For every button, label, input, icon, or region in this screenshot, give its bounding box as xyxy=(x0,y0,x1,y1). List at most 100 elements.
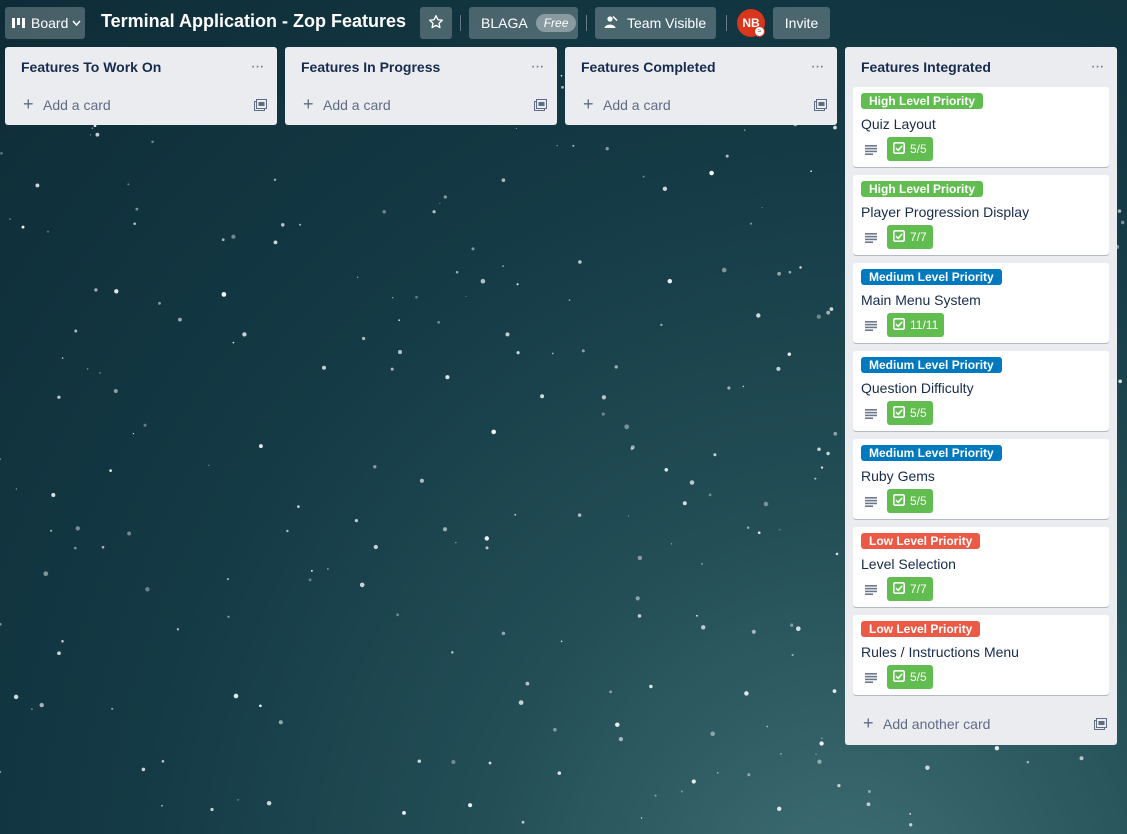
list-header: Features Completed ··· xyxy=(565,47,837,87)
checklist-count: 7/7 xyxy=(910,230,927,244)
star xyxy=(39,702,44,708)
star xyxy=(114,289,119,294)
card-player-progression-display[interactable]: High Level Priority Player Progression D… xyxy=(853,175,1109,255)
priority-label-medium[interactable]: Medium Level Priority xyxy=(861,445,1002,461)
star xyxy=(266,800,272,806)
checklist-badge: 5/5 xyxy=(887,137,933,161)
star xyxy=(556,144,558,147)
star xyxy=(226,578,229,581)
star xyxy=(278,720,283,725)
star xyxy=(581,349,585,353)
star xyxy=(178,317,182,322)
star xyxy=(664,467,669,472)
star xyxy=(161,805,163,807)
star xyxy=(354,518,359,523)
list-title[interactable]: Features Integrated xyxy=(861,59,991,75)
star xyxy=(501,631,506,636)
card-quiz-layout[interactable]: High Level Priority Quiz Layout 5/5 xyxy=(853,87,1109,167)
star xyxy=(820,466,824,469)
star xyxy=(560,74,563,77)
star xyxy=(618,736,624,742)
star xyxy=(101,545,105,549)
board-title[interactable]: Terminal Application - Zop Features xyxy=(101,11,406,32)
card-level-selection[interactable]: Low Level Priority Level Selection 7/7 xyxy=(853,527,1109,607)
list-title[interactable]: Features Completed xyxy=(581,59,716,75)
add-another-card-button[interactable]: + Add another card xyxy=(845,703,1117,745)
add-card-label: Add a card xyxy=(603,97,671,113)
star xyxy=(744,691,749,696)
star xyxy=(791,653,794,657)
card-rules-instructions-menu[interactable]: Low Level Priority Rules / Instructions … xyxy=(853,615,1109,695)
card-question-difficulty[interactable]: Medium Level Priority Question Difficult… xyxy=(853,351,1109,431)
priority-label-medium[interactable]: Medium Level Priority xyxy=(861,357,1002,373)
description-icon xyxy=(865,406,877,424)
plus-icon: + xyxy=(303,94,314,114)
star xyxy=(417,759,422,763)
star xyxy=(751,629,756,634)
star xyxy=(568,299,571,301)
star xyxy=(455,271,459,274)
more-options-icon[interactable]: ··· xyxy=(245,55,269,79)
star xyxy=(601,395,607,400)
more-options-icon[interactable]: ··· xyxy=(525,55,549,79)
star xyxy=(577,513,582,517)
star xyxy=(468,803,473,808)
star xyxy=(518,700,524,705)
star xyxy=(788,270,792,274)
more-options-icon[interactable]: ··· xyxy=(1085,55,1109,79)
card-template-icon[interactable] xyxy=(814,98,827,114)
description-icon xyxy=(865,494,877,512)
star xyxy=(445,375,450,380)
description-icon xyxy=(865,670,877,688)
star-board-button[interactable] xyxy=(420,7,452,39)
star xyxy=(761,206,763,209)
priority-label-medium[interactable]: Medium Level Priority xyxy=(861,269,1002,285)
add-card-button[interactable]: + Add a card xyxy=(5,87,277,125)
priority-label-high[interactable]: High Level Priority xyxy=(861,181,984,197)
visibility-button[interactable]: Team Visible xyxy=(595,7,716,39)
checklist-count: 7/7 xyxy=(910,582,927,596)
list-title[interactable]: Features In Progress xyxy=(301,59,440,75)
star xyxy=(86,368,89,370)
priority-label-high[interactable]: High Level Priority xyxy=(861,93,984,109)
star xyxy=(242,332,247,337)
star xyxy=(74,329,78,333)
star xyxy=(624,424,630,430)
star xyxy=(471,247,475,251)
list-title[interactable]: Features To Work On xyxy=(21,59,161,75)
card-template-icon[interactable] xyxy=(534,98,547,114)
star xyxy=(525,681,530,686)
card-main-menu-system[interactable]: Medium Level Priority Main Menu System 1… xyxy=(853,263,1109,343)
star xyxy=(615,722,620,727)
more-options-icon[interactable]: ··· xyxy=(805,55,829,79)
star xyxy=(57,395,61,399)
star xyxy=(578,260,582,264)
star xyxy=(662,186,668,191)
card-template-icon[interactable] xyxy=(254,98,267,114)
priority-label-low[interactable]: Low Level Priority xyxy=(861,533,981,549)
star xyxy=(790,623,794,627)
star xyxy=(696,614,698,617)
team-button[interactable]: BLAGA Free xyxy=(469,7,578,39)
star xyxy=(727,386,731,390)
add-card-button[interactable]: + Add a card xyxy=(565,87,837,125)
star xyxy=(0,151,3,155)
star xyxy=(1120,220,1125,225)
star xyxy=(143,423,147,427)
board-switcher-button[interactable]: Board xyxy=(5,7,85,39)
star xyxy=(826,310,831,315)
star xyxy=(145,587,150,592)
star xyxy=(814,477,817,480)
star xyxy=(99,372,101,374)
card-template-icon[interactable] xyxy=(1094,717,1107,733)
star xyxy=(725,154,729,158)
star xyxy=(442,527,448,532)
star xyxy=(297,505,300,508)
card-ruby-gems[interactable]: Medium Level Priority Ruby Gems 5/5 xyxy=(853,439,1109,519)
star xyxy=(133,222,136,225)
add-card-button[interactable]: + Add a card xyxy=(285,87,557,125)
star xyxy=(516,283,519,286)
header-divider xyxy=(726,15,727,31)
invite-button[interactable]: Invite xyxy=(773,7,830,39)
priority-label-low[interactable]: Low Level Priority xyxy=(861,621,981,637)
